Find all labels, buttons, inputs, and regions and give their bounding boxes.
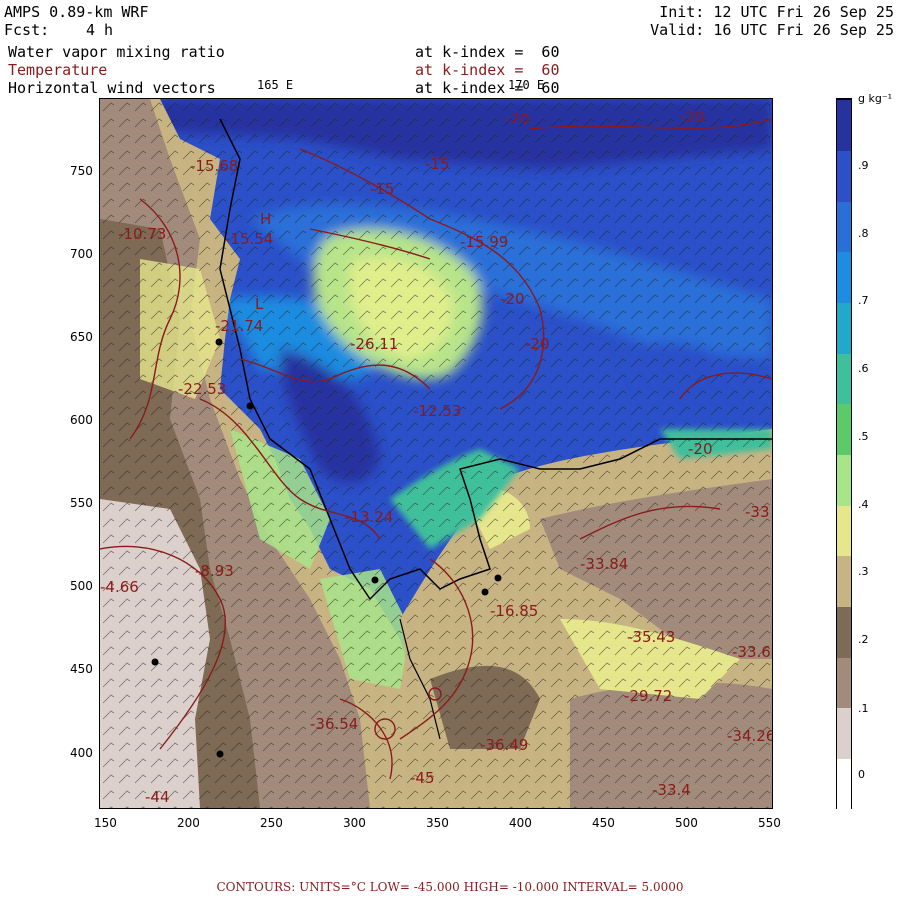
- contour-label: -20: [688, 440, 713, 458]
- colorbar-label: .3: [858, 565, 869, 578]
- forecast-value: 4 h: [86, 21, 114, 39]
- y-tick-label: 700: [70, 247, 93, 262]
- contour-label: -45: [410, 769, 435, 787]
- field-level-vapor: at k-index = 60: [415, 43, 560, 61]
- contour-label: -35.43: [627, 628, 675, 646]
- colorbar-segment: [837, 250, 851, 304]
- colorbar-segment: [837, 554, 851, 607]
- field-name-wind: Horizontal wind vectors: [8, 79, 216, 97]
- contour-label: -15.68: [190, 157, 238, 175]
- contour-label: -20: [680, 108, 705, 126]
- colorbar-label: .5: [858, 430, 869, 443]
- colorbar-label: .8: [858, 227, 869, 240]
- contour-label: -4.66: [100, 578, 139, 596]
- contour-label: H: [260, 210, 271, 228]
- contour-label: -15: [425, 155, 450, 173]
- contour-label: -44: [145, 788, 170, 806]
- y-tick-label: 550: [70, 496, 93, 511]
- colorbar-segment: [837, 301, 851, 354]
- contour-label: -10.73: [118, 225, 166, 243]
- x-tick-label: 350: [426, 816, 449, 830]
- colorbar-units: g kg⁻¹: [858, 92, 893, 105]
- colorbar-segment: [837, 402, 851, 455]
- field-name-temperature: Temperature: [8, 61, 108, 79]
- x-tick-label: 150: [93, 816, 117, 830]
- contour-label: -26.11: [350, 335, 398, 353]
- contour-label: -8.93: [195, 562, 234, 580]
- map-panel: -20 -20 -15 -15 -15.68 -15.54 -15.99 -20…: [99, 98, 773, 809]
- y-tick-label: 500: [70, 579, 93, 594]
- x-tick-label: 500: [675, 816, 698, 830]
- colorbar-segment: [837, 99, 851, 152]
- colorbar-segment: [837, 605, 851, 658]
- x-tick-label: 200: [176, 816, 200, 830]
- colorbar-label: .2: [858, 633, 869, 646]
- field-name-vapor: Water vapor mixing ratio: [8, 43, 225, 61]
- y-tick-label: 450: [70, 662, 93, 677]
- colorbar-label: 0: [858, 768, 865, 781]
- colorbar-label: .1: [858, 702, 869, 715]
- contour-label: -12.53: [413, 402, 461, 420]
- colorbar-segment: [837, 656, 851, 709]
- contour-label: -22.53: [178, 380, 226, 398]
- y-tick-label: 650: [70, 330, 93, 345]
- colorbar-segment: [837, 352, 851, 405]
- x-tick-label: 250: [259, 816, 283, 830]
- contour-label: -15.99: [460, 233, 508, 251]
- contour-footer: CONTOURS: UNITS=°C LOW= -45.000 HIGH= -1…: [216, 880, 684, 894]
- contour-label: -20: [525, 335, 550, 353]
- x-tick-label: 300: [342, 816, 366, 830]
- contour-label: -15: [370, 180, 395, 198]
- colorbar-label: .9: [858, 159, 869, 172]
- contour-label: -33.6: [732, 643, 771, 661]
- x-tick-label: 550: [758, 816, 781, 830]
- longitude-label-170e: 170 E: [508, 78, 545, 92]
- contour-label: -29.72: [624, 687, 672, 705]
- contour-label: -15.54: [225, 230, 273, 248]
- colorbar-segment: [837, 453, 851, 506]
- x-tick-label: 400: [509, 816, 532, 830]
- model-title: AMPS 0.89-km WRF: [4, 3, 149, 21]
- contour-label: -16.85: [490, 602, 538, 620]
- colorbar-segment: [837, 200, 851, 253]
- y-tick-label: 600: [70, 413, 93, 428]
- contour-label: -36.49: [480, 736, 528, 754]
- y-tick-label: 750: [70, 164, 93, 179]
- colorbar-label: .4: [858, 498, 869, 511]
- forecast-label: Fcst:: [4, 21, 50, 39]
- contour-label: -36.54: [310, 715, 358, 733]
- colorbar-segment: [837, 504, 851, 557]
- contour-label: -20: [500, 290, 525, 308]
- contour-label: -13.24: [345, 508, 393, 526]
- contour-label: L: [255, 295, 264, 313]
- contour-label: -33: [745, 503, 770, 521]
- valid-time: Valid: 16 UTC Fri 26 Sep 25: [650, 21, 894, 39]
- contour-label: -21.74: [215, 317, 263, 335]
- colorbar-segment: [837, 757, 851, 810]
- contour-label: -34.26: [727, 727, 772, 745]
- colorbar-label: .7: [858, 294, 869, 307]
- y-tick-label: 400: [70, 745, 93, 760]
- x-tick-label: 450: [592, 816, 615, 830]
- colorbar-segment: [837, 706, 851, 759]
- colorbar-label: .6: [858, 362, 869, 375]
- longitude-label-165e: 165 E: [257, 78, 294, 92]
- contour-label: -20: [505, 110, 530, 128]
- map-graphic: -20 -20 -15 -15 -15.68 -15.54 -15.99 -20…: [100, 99, 772, 808]
- colorbar: [836, 98, 852, 810]
- contour-label: -33.84: [580, 555, 628, 573]
- init-time: Init: 12 UTC Fri 26 Sep 25: [659, 3, 894, 21]
- contour-label: -33.4: [652, 781, 691, 799]
- colorbar-segment: [837, 149, 851, 202]
